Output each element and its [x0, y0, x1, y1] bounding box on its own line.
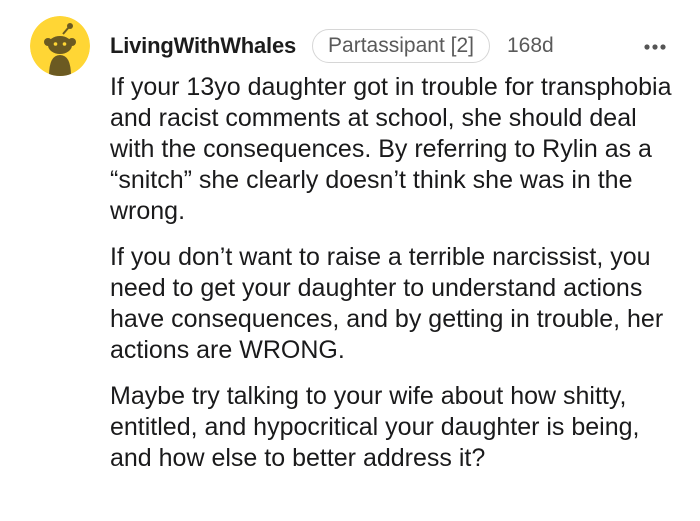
- comment-paragraph: If you don’t want to raise a terrible na…: [110, 243, 664, 364]
- user-flair: Partassipant [2]: [312, 29, 490, 63]
- comment-paragraph: If your 13yo daughter got in trouble for…: [110, 73, 672, 225]
- comment-body: If your 13yo daughter got in trouble for…: [110, 72, 675, 489]
- username[interactable]: LivingWithWhales: [110, 33, 296, 59]
- more-options-icon[interactable]: [640, 32, 670, 62]
- comment-header: LivingWithWhales Partassipant [2] 168d: [110, 28, 670, 64]
- comment: LivingWithWhales Partassipant [2] 168d I…: [0, 0, 700, 521]
- comment-age: 168d: [506, 34, 554, 57]
- reddit-snoo-avatar-icon: [30, 16, 90, 76]
- avatar[interactable]: [30, 16, 90, 76]
- comment-paragraph: Maybe try talking to your wife about how…: [110, 382, 640, 472]
